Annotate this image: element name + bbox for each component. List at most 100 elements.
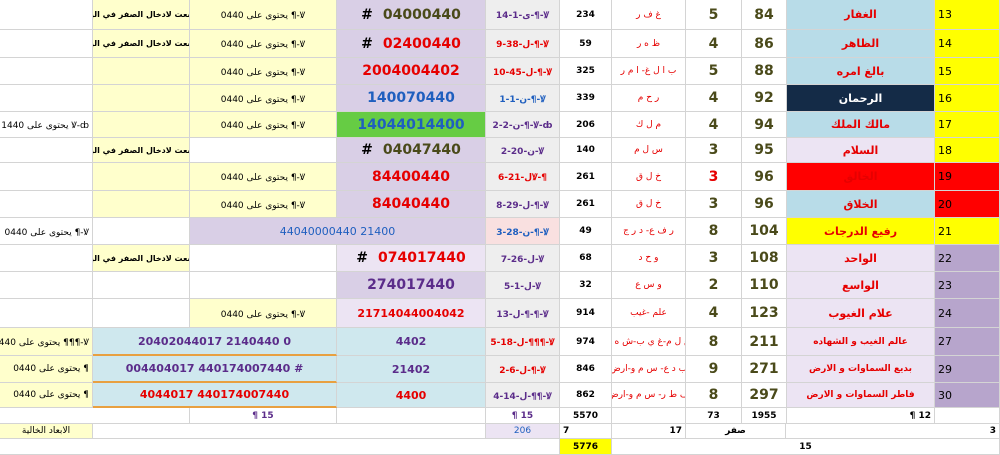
empty-cell[interactable] [93,58,190,85]
footer-cell[interactable]: 7 [560,424,612,439]
number-cell[interactable]: 21714044004042 [337,299,486,328]
value-cell[interactable]: 123 [742,299,787,328]
empty-cell[interactable] [0,245,93,272]
count-cell[interactable]: 3 [686,245,742,272]
number-cell[interactable]: 004404017 440174007440 # [93,356,337,383]
value-cell[interactable]: 96 [742,163,787,191]
row-number[interactable]: 27 [935,328,1000,356]
footer-cell[interactable]: 15 [612,439,1000,455]
code-cell[interactable]: ل-1-5-Ꝟ [486,272,560,299]
empty-cell[interactable] [190,272,337,299]
count-cell[interactable]: 2 [686,272,742,299]
contains-cell[interactable]: يحتوى على 0440 ¶-Ꝟ [190,0,337,30]
total-cell[interactable]: 5570 [560,408,612,424]
number-cell[interactable]: 84040440 [337,191,486,218]
value-cell[interactable]: 104 [742,218,787,245]
row-number[interactable]: 19 [935,163,1000,191]
name-cell[interactable]: الظاهر [787,30,935,58]
row-number[interactable]: 17 [935,112,1000,138]
value-cell[interactable]: 271 [742,356,787,383]
code-cell[interactable]: ل-6-2-¶-Ꝟ [486,356,560,383]
sum-cell[interactable]: 59 [560,30,612,58]
letters-cell[interactable]: غ ف ر [612,0,686,30]
letters-cell[interactable]: ظ ه ر [612,30,686,58]
contains-cell[interactable]: يحتوى على 0440 ¶-Ꝟ [190,58,337,85]
name-cell[interactable]: بديع السماوات و الارض [787,356,935,383]
name-cell[interactable]: الرحمان [787,85,935,112]
count-cell[interactable]: 9 [686,356,742,383]
sum-cell[interactable]: 914 [560,299,612,328]
letters-cell[interactable]: س ل م [612,138,686,163]
sum-cell[interactable]: 261 [560,163,612,191]
code-cell[interactable]: ل-38-9-¶-Ꝟ [486,30,560,58]
count-cell[interactable]: 4 [686,299,742,328]
empty-cell[interactable] [93,272,190,299]
letters-cell[interactable]: ف ط ر- س م و-ارض [612,383,686,408]
letters-cell[interactable]: ر ف ع- د ر ج [612,218,686,245]
number-cell[interactable]: #04047440 [337,138,486,163]
row-number[interactable]: 16 [935,85,1000,112]
sum-cell[interactable]: 68 [560,245,612,272]
total-cell[interactable]: ¶ 15 [486,408,560,424]
count-cell[interactable]: 4 [686,85,742,112]
letters-cell[interactable]: و س ع [612,272,686,299]
sum-cell[interactable]: 261 [560,191,612,218]
empty-cell[interactable] [612,408,686,424]
empty-cell[interactable] [190,138,337,163]
value-cell[interactable]: 94 [742,112,787,138]
contains-cell[interactable]: يحتوى على 0440 ¶-Ꝟ [190,163,337,191]
empty-cell[interactable] [0,408,190,424]
name-cell[interactable]: الغفار [787,0,935,30]
code-cell[interactable]: ل-29-8-¶-Ꝟ [486,191,560,218]
sum-cell[interactable]: 325 [560,58,612,85]
note-cell[interactable]: وضعت لادخال الصفر في اليسار# [93,138,190,163]
empty-cell[interactable] [0,163,93,191]
count-cell[interactable]: 8 [686,218,742,245]
sum-cell[interactable]: 846 [560,356,612,383]
count-cell[interactable]: 8 [686,328,742,356]
number-cell[interactable]: 84400440 [337,163,486,191]
contains-cell[interactable]: يحتوى على 0440 ¶ [0,356,93,383]
name-cell[interactable]: عالم الغيب و الشهاده [787,328,935,356]
footer-cell[interactable]: 5776 [560,439,612,455]
value-cell[interactable]: 96 [742,191,787,218]
contains-cell[interactable]: يحتوى على 0440 ¶-Ꝟ [190,85,337,112]
contains-cell[interactable]: يحتوى على 0440 ¶ [0,383,93,408]
value-cell[interactable]: 108 [742,245,787,272]
note-cell[interactable]: وضعت لادخال الصفر في اليسار# [93,30,190,58]
letters-cell[interactable]: خ ل ق [612,163,686,191]
letters-cell[interactable]: ع ل م-غ ي ب-ش ه د [612,328,686,356]
sum-cell[interactable]: 862 [560,383,612,408]
count-cell[interactable]: 8 [686,383,742,408]
row-number[interactable]: 14 [935,30,1000,58]
name-cell[interactable]: الخلاق [787,191,935,218]
count-cell[interactable]: 4 [686,30,742,58]
sum-cell[interactable]: 140 [560,138,612,163]
empty-cell[interactable] [0,439,560,455]
empty-cell[interactable] [0,85,93,112]
sum-cell[interactable]: 234 [560,0,612,30]
value-cell[interactable]: 88 [742,58,787,85]
contains-cell[interactable]: يحتوى على 0440 ¶¶¶-Ꝟ [0,328,93,356]
contains-cell[interactable]: يحتوى على 0440 ¶-Ꝟ [190,30,337,58]
value-cell[interactable]: 86 [742,30,787,58]
note-cell[interactable]: وضعت لادخال الصفر في اليسار# [93,245,190,272]
empty-cell[interactable] [337,408,486,424]
letters-cell[interactable]: ب ا ل غ- ا م ر [612,58,686,85]
letters-cell[interactable]: خ ل ق [612,191,686,218]
empty-cell[interactable] [93,299,190,328]
row-number[interactable]: 18 [935,138,1000,163]
footer-cell[interactable]: صفر [686,424,786,439]
code-cell[interactable]: ل-21-6Ꝟ-¶ [486,163,560,191]
name-cell[interactable]: الخالق [787,163,935,191]
row-number[interactable]: 15 [935,58,1000,85]
empty-cell[interactable] [0,58,93,85]
number-cell-secondary[interactable]: 4402 [337,328,486,356]
contains-cell[interactable]: يحتوى على 0440 ¶-Ꝟ [190,299,337,328]
letters-cell[interactable]: علم -غيب [612,299,686,328]
footer-cell[interactable]: 17 [612,424,686,439]
value-cell[interactable]: 92 [742,85,787,112]
value-cell[interactable]: 211 [742,328,787,356]
number-cell[interactable]: 14044014400 [337,112,486,138]
name-cell[interactable]: الواسع [787,272,935,299]
